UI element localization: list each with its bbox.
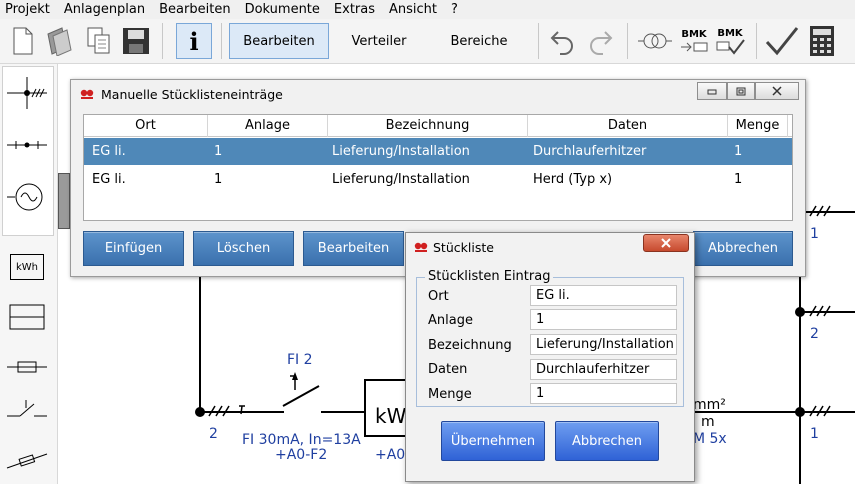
bmk-rename-icon[interactable]: BMK <box>678 23 710 59</box>
column-header-bezeichnung[interactable]: Bezeichnung <box>328 115 528 137</box>
cell-anlage: 1 <box>214 172 223 187</box>
minimize-button[interactable] <box>697 82 727 100</box>
cell-bezeichnung: Lieferung/Installation <box>332 172 470 187</box>
new-document-icon[interactable] <box>8 23 38 59</box>
table-row[interactable]: EG li. 1 Lieferung/Installation Herd (Ty… <box>84 166 792 193</box>
redo-icon[interactable] <box>585 23 615 59</box>
bom-entry-dialog: Stückliste Stücklisten Eintrag Ort EG li… <box>405 232 695 482</box>
cable-length-label: m <box>701 414 715 430</box>
field-daten-input[interactable]: Durchlauferhitzer <box>530 359 677 380</box>
field-label-menge: Menge <box>428 387 472 402</box>
fuse-symbol-icon[interactable] <box>2 344 52 390</box>
copy-icon[interactable] <box>84 23 114 59</box>
bmk-label-2: BMK <box>717 27 743 39</box>
cell-ort: EG li. <box>92 172 126 187</box>
cell-menge: 1 <box>734 144 743 159</box>
field-bezeichnung-input[interactable]: Lieferung/Installation <box>530 334 677 355</box>
field-label-daten: Daten <box>428 362 468 377</box>
info-button[interactable]: i <box>176 23 212 59</box>
field-ort-input[interactable]: EG li. <box>530 285 677 306</box>
close-icon <box>661 238 671 248</box>
cell-daten: Durchlauferhitzer <box>533 144 647 159</box>
entry-group-title: Stücklisten Eintrag <box>425 269 554 284</box>
transformer-icon[interactable] <box>636 23 674 59</box>
cell-ort: EG li. <box>92 144 126 159</box>
column-header-anlage[interactable]: Anlage <box>208 115 328 137</box>
close-button[interactable] <box>755 82 799 100</box>
cell-menge: 1 <box>734 172 743 187</box>
maximize-button[interactable] <box>727 82 755 100</box>
cell-bezeichnung: Lieferung/Installation <box>332 144 470 159</box>
save-icon[interactable] <box>120 23 152 59</box>
table-header: Ort Anlage Bezeichnung Daten Menge <box>84 115 792 137</box>
menu-ansicht[interactable]: Ansicht <box>389 2 437 17</box>
column-header-daten[interactable]: Daten <box>528 115 728 137</box>
fi-reference: +A0-F2 <box>275 447 328 463</box>
symbol-palette: kWh <box>0 64 58 484</box>
close-icon <box>772 86 782 96</box>
table-row[interactable]: EG li. 1 Lieferung/Installation Durchlau… <box>84 138 792 165</box>
undo-icon[interactable] <box>548 23 578 59</box>
cancel-button[interactable]: Abbrechen <box>693 231 793 266</box>
menu-help[interactable]: ? <box>451 2 458 17</box>
field-anlage-input[interactable]: 1 <box>530 309 677 330</box>
kwh-meter-symbol-icon[interactable]: kWh <box>2 244 52 290</box>
mode-bearbeiten-button[interactable]: Bearbeiten <box>229 23 329 59</box>
mode-verteiler-button[interactable]: Verteiler <box>329 23 429 59</box>
minimize-icon <box>707 89 717 95</box>
terminal-1-bottom: 1 <box>810 426 819 442</box>
menu-projekt[interactable]: Projekt <box>5 2 50 17</box>
fuse-switch-symbol-icon[interactable] <box>2 438 52 484</box>
field-label-bezeichnung: Bezeichnung <box>428 338 512 353</box>
device-box-symbol-icon[interactable] <box>2 294 52 340</box>
dialog-cancel-button[interactable]: Abbrechen <box>555 421 659 461</box>
calculator-icon[interactable] <box>805 23 839 59</box>
bmk-check-icon[interactable]: BMK <box>712 23 748 59</box>
fi-description: FI 30mA, In=13A <box>242 432 361 448</box>
line-node-symbol-icon[interactable] <box>2 122 52 168</box>
menu-anlagenplan[interactable]: Anlagenplan <box>64 2 145 17</box>
mode-bereiche-button[interactable]: Bereiche <box>429 23 529 59</box>
menu-bar: Projekt Anlagenplan Bearbeiten Dokumente… <box>0 0 855 19</box>
terminal-1-top: 1 <box>810 226 819 242</box>
window-title: Manuelle Stücklisteneinträge <box>101 87 283 102</box>
bmk-label-1: BMK <box>681 28 707 40</box>
dialog-close-button[interactable] <box>643 234 689 252</box>
fi-label: FI 2 <box>287 352 313 368</box>
bom-table: Ort Anlage Bezeichnung Daten Menge EG li… <box>83 114 793 221</box>
ac-source-symbol-icon[interactable] <box>2 174 52 220</box>
toolbar: i Bearbeiten Verteiler Bereiche BMK BMK <box>0 19 855 64</box>
checkmark-icon[interactable] <box>764 23 800 59</box>
cable-junction-symbol-icon[interactable] <box>2 70 52 116</box>
open-folder-icon[interactable] <box>44 23 76 59</box>
column-header-menge[interactable]: Menge <box>728 115 788 137</box>
app-logo-icon <box>414 242 428 252</box>
maximize-icon <box>736 87 746 95</box>
insert-button[interactable]: Einfügen <box>83 231 184 266</box>
dialog-title: Stückliste <box>433 240 494 255</box>
cable-type-label: M 5x <box>693 431 727 447</box>
switch-symbol-icon[interactable] <box>2 386 52 432</box>
cell-anlage: 1 <box>214 144 223 159</box>
field-menge-input[interactable]: 1 <box>530 383 677 404</box>
menu-dokumente[interactable]: Dokumente <box>245 2 320 17</box>
kw-label: kW <box>375 404 407 428</box>
app-logo-icon <box>80 89 94 99</box>
terminal-2-right: 2 <box>810 326 819 342</box>
cable-cross-section-label: mm² <box>693 397 726 413</box>
cell-daten: Herd (Typ x) <box>533 172 613 187</box>
menu-extras[interactable]: Extras <box>334 2 375 17</box>
edit-button[interactable]: Bearbeiten <box>303 231 404 266</box>
delete-button[interactable]: Löschen <box>193 231 294 266</box>
field-label-anlage: Anlage <box>428 313 473 328</box>
field-label-ort: Ort <box>428 289 449 304</box>
terminal-2-left: 2 <box>209 426 218 442</box>
menu-bearbeiten[interactable]: Bearbeiten <box>159 2 230 17</box>
column-header-ort[interactable]: Ort <box>84 115 208 137</box>
apply-button[interactable]: Übernehmen <box>441 421 545 461</box>
kwh-label: kWh <box>10 254 44 280</box>
